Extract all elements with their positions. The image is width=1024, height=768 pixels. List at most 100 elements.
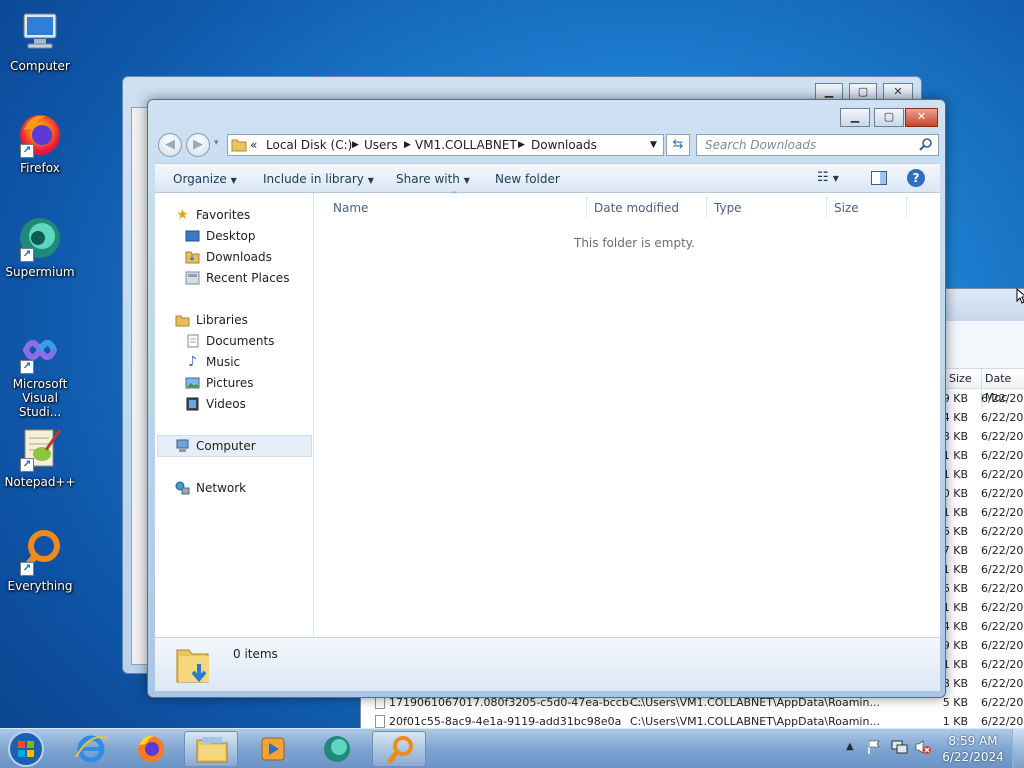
folder-icon — [196, 737, 228, 763]
address-bar[interactable]: « Local Disk (C:) ▶ Users ▶ VM1.COLLABNE… — [227, 134, 664, 156]
desktop-icon-label: Supermium — [5, 265, 75, 279]
column-type[interactable]: Type — [714, 201, 742, 215]
close-button[interactable]: ✕ — [905, 108, 938, 127]
result-date: 6/22/202 — [981, 658, 1024, 671]
result-date: 6/22/202 — [981, 487, 1024, 500]
search-input[interactable]: Search Downloads — [696, 134, 939, 156]
desktop-icon-label: Computer — [10, 59, 70, 73]
start-button[interactable] — [5, 729, 47, 768]
volume-muted-icon[interactable] — [914, 739, 932, 758]
breadcrumb-downloads[interactable]: Downloads — [531, 138, 597, 152]
file-list[interactable]: ^ Name Date modified Type Size This fold… — [315, 190, 940, 637]
sort-indicator-icon: ^ — [451, 190, 458, 199]
column-divider[interactable] — [586, 196, 587, 218]
shortcut-arrow-icon: ↗ — [20, 144, 34, 158]
column-size[interactable]: Size — [949, 369, 972, 388]
taskbar-media-player[interactable] — [246, 731, 300, 767]
computer-icon — [175, 439, 190, 453]
taskbar-supermium[interactable] — [310, 731, 364, 767]
address-dropdown-icon[interactable]: ▼ — [650, 140, 657, 150]
result-size: 1 KB — [942, 449, 968, 462]
firefox-icon: ↗ — [16, 110, 64, 158]
breadcrumb-users[interactable]: Users — [364, 138, 398, 152]
taskbar-everything[interactable] — [372, 731, 426, 767]
desktop-icon-visual-studio[interactable]: ↗ Microsoft Visual Studi... — [0, 326, 80, 419]
downloads-folder-icon — [185, 250, 200, 264]
clock-time: 8:59 AM — [948, 734, 998, 748]
show-hidden-icons-button[interactable]: ▲ — [846, 741, 854, 752]
organize-button[interactable]: Organize ▼ — [173, 172, 237, 186]
taskbar-internet-explorer[interactable] — [64, 731, 118, 767]
share-with-button[interactable]: Share with ▼ — [396, 172, 470, 186]
result-date: 6/22/202 — [981, 601, 1024, 614]
taskbar-firefox[interactable] — [124, 731, 178, 767]
chevron-down-icon: ▼ — [463, 176, 470, 185]
nav-label: Downloads — [206, 250, 272, 264]
taskbar-windows-explorer[interactable] — [184, 731, 238, 767]
result-date: 6/22/202 — [981, 677, 1024, 690]
chevron-down-icon: ▼ — [230, 176, 237, 185]
view-options-icon[interactable]: ☷ ▼ — [817, 170, 839, 185]
desktop-icon-firefox[interactable]: ↗ Firefox — [0, 110, 80, 175]
clock[interactable]: 8:59 AM 6/22/2024 — [940, 733, 1006, 765]
breadcrumb-separator-icon[interactable]: ▶ — [404, 140, 411, 150]
column-size[interactable]: Size — [834, 201, 859, 215]
result-size: 9 KB — [942, 392, 968, 405]
breadcrumb-user-folder[interactable]: VM1.COLLABNET — [415, 138, 517, 152]
back-button[interactable]: ◀ — [158, 133, 182, 157]
mouse-cursor-icon — [1016, 287, 1024, 307]
column-divider[interactable] — [826, 196, 827, 218]
libraries-icon — [175, 313, 190, 327]
column-date-modified[interactable]: Date modified — [594, 201, 679, 215]
taskbar: ▲ 8:59 AM 6/22/2024 — [0, 728, 1024, 768]
star-icon: ★ — [176, 207, 189, 223]
internet-explorer-icon — [75, 735, 109, 763]
help-icon[interactable]: ? — [907, 169, 925, 187]
breadcrumb-separator-icon[interactable]: ▶ — [352, 140, 359, 150]
breadcrumb-local-disk[interactable]: Local Disk (C:) — [266, 138, 352, 152]
downloads-explorer-window[interactable]: ▁ ▢ ✕ ◀ ▶ ▾ « Local Disk (C:) ▶ Users ▶ … — [147, 99, 946, 698]
new-folder-button[interactable]: New folder — [495, 172, 560, 186]
result-size: 4 KB — [942, 411, 968, 424]
computer-icon — [16, 8, 64, 56]
result-date: 6/22/202 — [981, 563, 1024, 576]
nav-label: Music — [206, 355, 241, 369]
result-date: 6/22/202 — [981, 582, 1024, 595]
chevron-down-icon: ▼ — [367, 176, 374, 185]
nav-label: Favorites — [196, 208, 251, 222]
desktop-icon-label-line2: Visual Studi... — [18, 391, 62, 419]
network-status-icon[interactable] — [890, 739, 908, 758]
column-name[interactable]: Name — [333, 201, 368, 215]
desktop-icon-supermium[interactable]: ↗ Supermium — [0, 214, 80, 279]
recent-pages-dropdown[interactable]: ▾ — [214, 138, 219, 148]
column-divider[interactable] — [706, 196, 707, 218]
breadcrumb-separator-icon[interactable]: ▶ — [518, 140, 525, 150]
item-count: 0 items — [233, 647, 278, 661]
search-icon[interactable] — [919, 137, 933, 154]
nav-label: Documents — [206, 334, 275, 348]
breadcrumb-overflow[interactable]: « — [250, 138, 257, 152]
details-pane: 0 items — [155, 637, 940, 691]
result-date: 6/22/202 — [981, 620, 1024, 633]
desktop-icon-label: Notepad++ — [4, 475, 76, 489]
column-divider[interactable] — [906, 196, 907, 218]
desktop-icon-everything[interactable]: ↗ Everything — [0, 528, 80, 593]
include-in-library-button[interactable]: Include in library ▼ — [263, 172, 374, 186]
supermium-icon — [324, 736, 350, 762]
everything-column-header: Size Date Moc — [947, 369, 1024, 407]
maximize-button[interactable]: ▢ — [874, 108, 904, 127]
nav-label: Network — [196, 481, 247, 495]
result-date: 6/22/202 — [981, 430, 1024, 443]
forward-button[interactable]: ▶ — [186, 133, 210, 157]
show-desktop-button[interactable] — [1012, 729, 1024, 768]
result-date: 6/22/202 — [981, 468, 1024, 481]
action-center-flag-icon[interactable] — [866, 739, 882, 758]
desktop-icon-computer[interactable]: Computer — [0, 8, 80, 73]
preview-pane-icon[interactable] — [871, 171, 887, 185]
notepad-plus-plus-icon: ↗ — [16, 424, 64, 472]
minimize-button[interactable]: ▁ — [840, 108, 870, 127]
desktop-icon-notepad-plus-plus[interactable]: ↗ Notepad++ — [0, 424, 80, 489]
column-header-row: ^ Name Date modified Type Size — [315, 190, 940, 221]
refresh-button[interactable]: ⇆ — [666, 134, 690, 156]
result-date: 6/22/202 — [981, 696, 1024, 709]
